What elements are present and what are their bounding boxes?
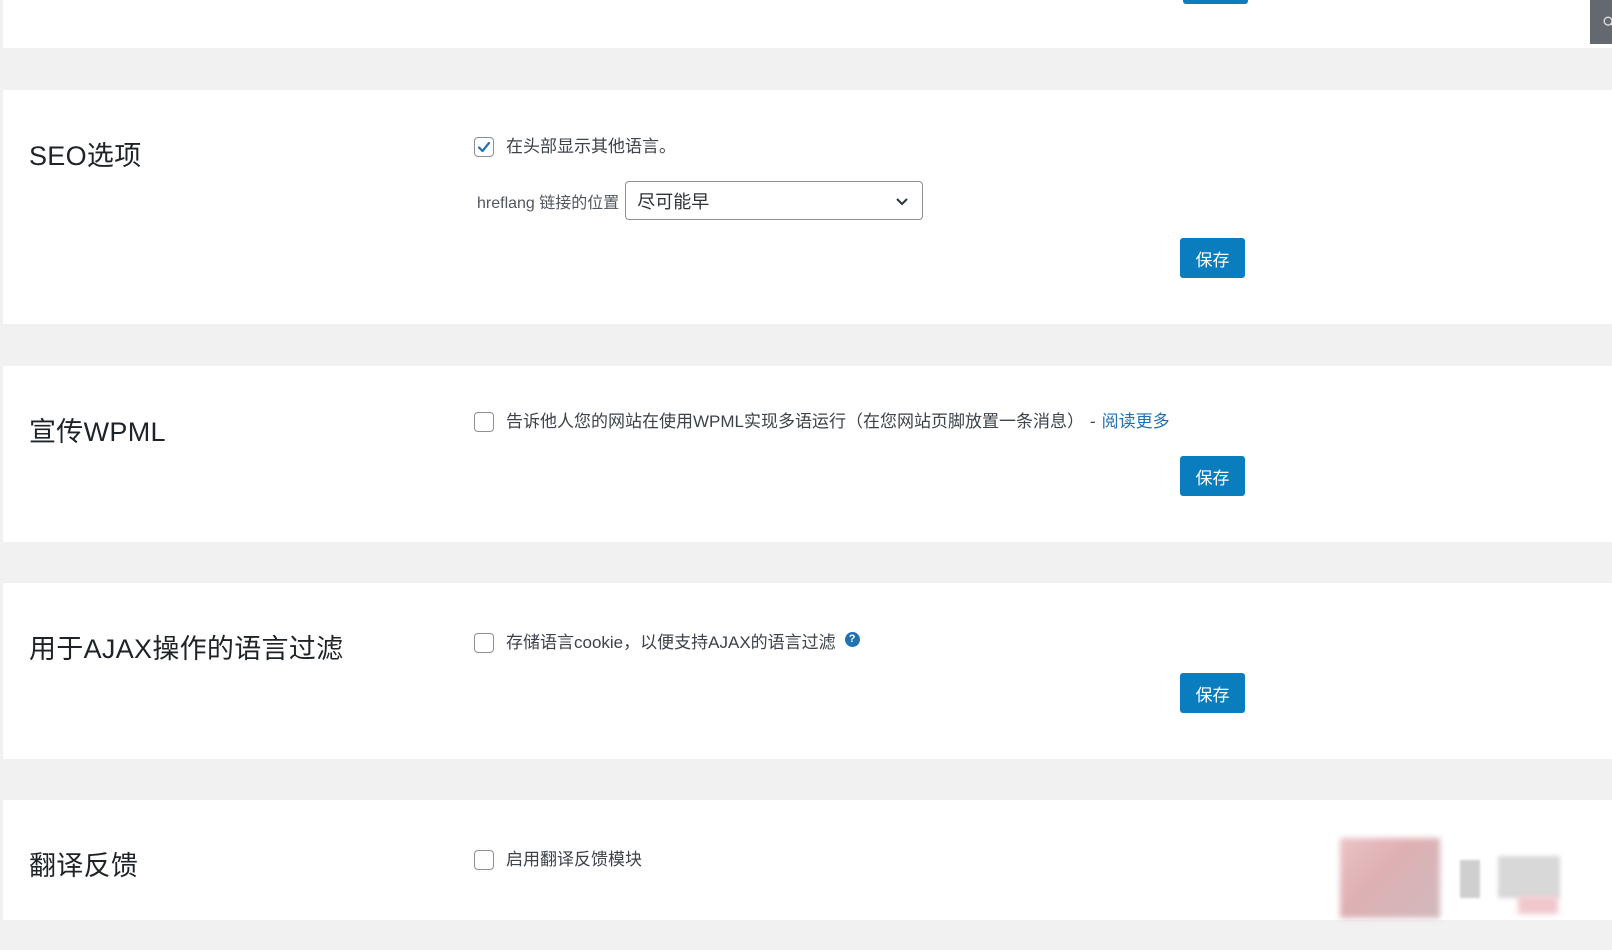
seo-options-title: SEO选项 bbox=[29, 141, 142, 171]
blurred-block bbox=[1340, 838, 1440, 918]
ajax-filter-title: 用于AJAX操作的语言过滤 bbox=[29, 634, 344, 664]
promote-wpml-label: 告诉他人您的网站在使用WPML实现多语运行（在您网站页脚放置一条消息） bbox=[506, 412, 1084, 431]
blurred-block bbox=[1518, 896, 1558, 914]
checkmark-icon bbox=[477, 141, 491, 153]
settings-page: SEO选项 在头部显示其他语言。 hreflang 链接的位置 尽可能早 保存 … bbox=[0, 0, 1612, 950]
display-languages-option: 在头部显示其他语言。 bbox=[474, 136, 676, 158]
previous-section-panel bbox=[3, 0, 1612, 48]
hreflang-selected-value: 尽可能早 bbox=[637, 191, 710, 212]
hreflang-label: hreflang 链接的位置 bbox=[477, 194, 620, 212]
promote-save-button[interactable]: 保存 bbox=[1180, 456, 1245, 496]
blurred-watermark bbox=[1340, 838, 1580, 918]
display-languages-checkbox[interactable] bbox=[474, 137, 494, 157]
translation-feedback-checkbox[interactable] bbox=[474, 850, 494, 870]
ajax-cookie-label: 存储语言cookie，以便支持AJAX的语言过滤 bbox=[506, 633, 836, 652]
promote-wpml-panel: 宣传WPML 告诉他人您的网站在使用WPML实现多语运行（在您网站页脚放置一条消… bbox=[3, 366, 1612, 542]
promote-wpml-checkbox[interactable] bbox=[474, 412, 494, 432]
promote-separator: - bbox=[1090, 412, 1096, 431]
hreflang-row: hreflang 链接的位置 尽可能早 bbox=[477, 181, 924, 220]
ajax-cookie-checkbox[interactable] bbox=[474, 633, 494, 653]
promote-wpml-option: 告诉他人您的网站在使用WPML实现多语运行（在您网站页脚放置一条消息） - 阅读… bbox=[474, 411, 1170, 433]
hreflang-position-select[interactable]: 尽可能早 bbox=[625, 181, 924, 220]
ajax-filter-panel: 用于AJAX操作的语言过滤 存储语言cookie，以便支持AJAX的语言过滤 ?… bbox=[3, 583, 1612, 759]
ajax-save-button[interactable]: 保存 bbox=[1180, 673, 1245, 713]
blurred-block bbox=[1460, 860, 1480, 898]
translation-feedback-title: 翻译反馈 bbox=[29, 851, 139, 881]
corner-search-widget[interactable] bbox=[1590, 0, 1612, 44]
blurred-block bbox=[1498, 856, 1560, 898]
read-more-link[interactable]: 阅读更多 bbox=[1102, 411, 1170, 433]
seo-save-button[interactable]: 保存 bbox=[1180, 238, 1245, 278]
search-icon bbox=[1603, 16, 1612, 26]
help-icon[interactable]: ? bbox=[844, 631, 860, 647]
ajax-cookie-option: 存储语言cookie，以便支持AJAX的语言过滤 ? bbox=[474, 631, 860, 654]
promote-wpml-title: 宣传WPML bbox=[29, 417, 166, 447]
translation-feedback-option: 启用翻译反馈模块 bbox=[474, 849, 642, 871]
translation-feedback-label: 启用翻译反馈模块 bbox=[506, 850, 642, 869]
previous-save-button[interactable] bbox=[1183, 0, 1248, 4]
chevron-down-icon bbox=[896, 197, 908, 205]
display-languages-label: 在头部显示其他语言。 bbox=[506, 137, 676, 156]
seo-options-panel: SEO选项 在头部显示其他语言。 hreflang 链接的位置 尽可能早 保存 bbox=[3, 90, 1612, 324]
